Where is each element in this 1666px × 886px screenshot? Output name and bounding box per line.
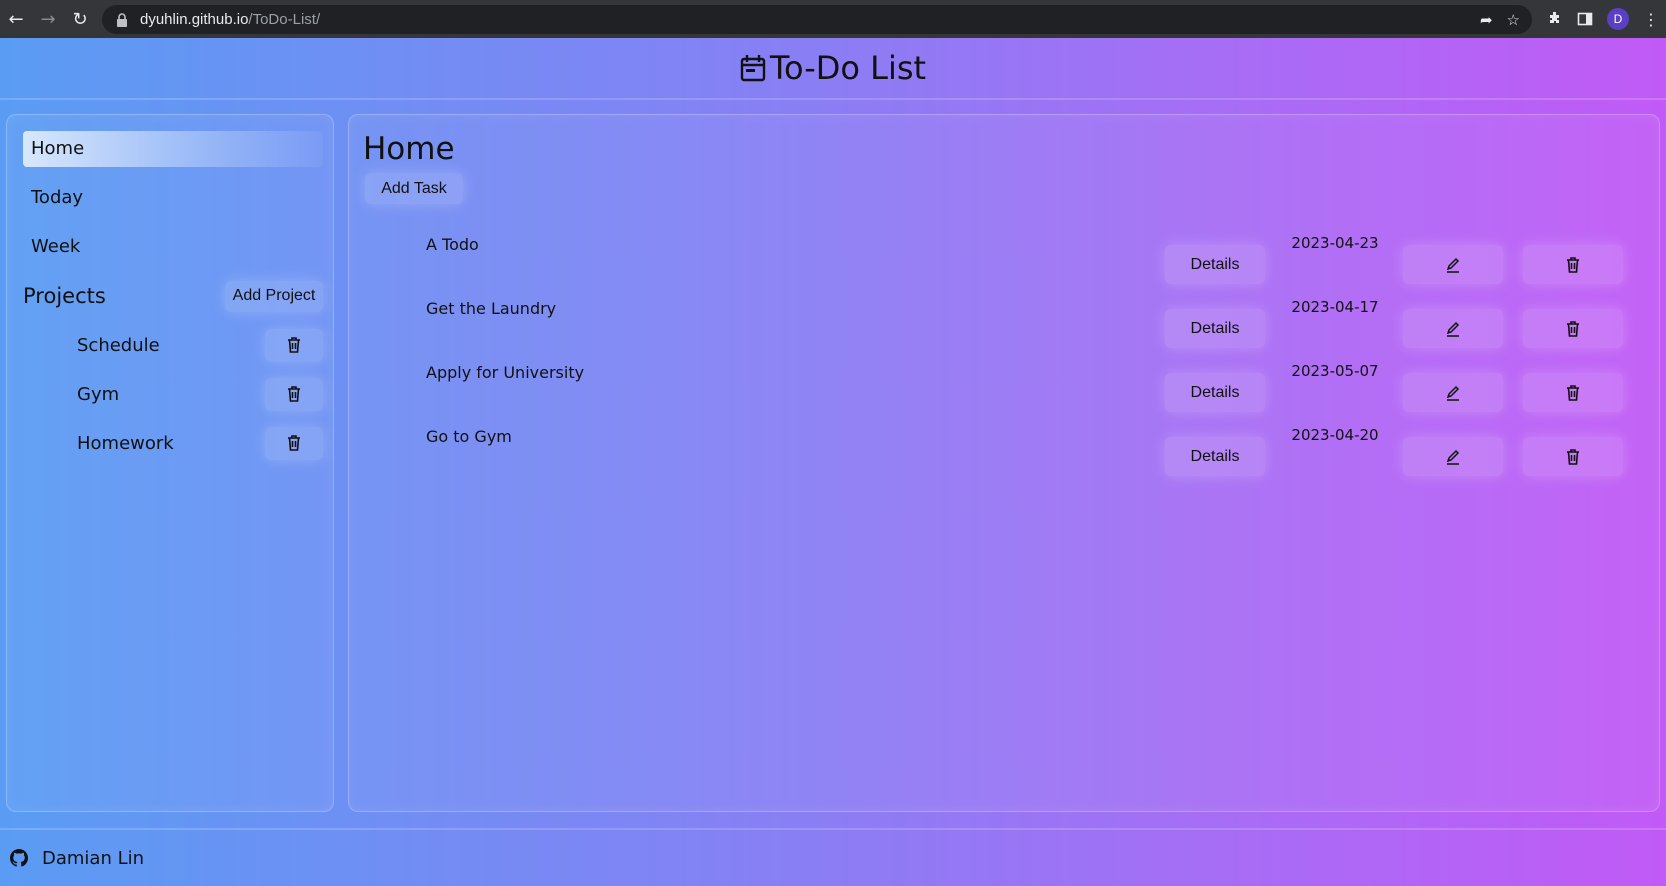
delete-task-button[interactable] bbox=[1523, 245, 1623, 284]
pencil-icon bbox=[1446, 449, 1460, 465]
project-name[interactable]: Gym bbox=[23, 384, 119, 405]
project-name[interactable]: Schedule bbox=[23, 335, 160, 356]
add-task-button[interactable]: Add Task bbox=[365, 173, 463, 204]
task-details-button[interactable]: Details bbox=[1165, 373, 1265, 412]
back-icon[interactable]: ← bbox=[0, 3, 32, 35]
project-item-schedule[interactable]: Schedule bbox=[23, 327, 323, 363]
url-path: /ToDo-List/ bbox=[248, 11, 321, 28]
add-project-button[interactable]: Add Project bbox=[225, 280, 323, 312]
calendar-icon bbox=[740, 55, 766, 82]
project-item-gym[interactable]: Gym bbox=[23, 376, 323, 412]
main-content: Home Add Task A Todo Details 2023-04-23 … bbox=[348, 114, 1660, 812]
task-details-button[interactable]: Details bbox=[1165, 245, 1265, 284]
bookmark-star-icon[interactable]: ☆ bbox=[1507, 11, 1520, 29]
task-due-date: 2023-04-20 bbox=[1291, 426, 1379, 444]
sidebar-nav: Home Today Week bbox=[23, 131, 323, 278]
lock-icon bbox=[117, 12, 127, 27]
trash-icon bbox=[1567, 448, 1579, 465]
trash-icon bbox=[1567, 320, 1579, 337]
sidebar: Home Today Week Projects Add Project Sch… bbox=[6, 114, 334, 812]
edit-task-button[interactable] bbox=[1403, 373, 1503, 412]
task-title: Apply for University bbox=[426, 363, 585, 382]
sidebar-item-week[interactable]: Week bbox=[23, 229, 323, 265]
page-title: Home bbox=[363, 131, 455, 167]
task-details-button[interactable]: Details bbox=[1165, 309, 1265, 348]
sidebar-item-today[interactable]: Today bbox=[23, 180, 323, 216]
trash-icon bbox=[1567, 256, 1579, 273]
task-row: Go to Gym Details 2023-04-20 bbox=[349, 423, 1661, 487]
edit-task-button[interactable] bbox=[1403, 245, 1503, 284]
trash-icon bbox=[288, 337, 300, 353]
task-due-date: 2023-04-23 bbox=[1291, 234, 1379, 252]
task-row: Apply for University Details 2023-05-07 bbox=[349, 359, 1661, 423]
pencil-icon bbox=[1446, 257, 1460, 273]
delete-project-button[interactable] bbox=[265, 328, 323, 362]
share-icon[interactable]: ➦ bbox=[1480, 11, 1493, 29]
extensions-icon[interactable] bbox=[1547, 11, 1563, 27]
task-title: A Todo bbox=[426, 235, 479, 254]
projects-title: Projects bbox=[23, 284, 106, 308]
delete-task-button[interactable] bbox=[1523, 437, 1623, 476]
app-title: To-Do List bbox=[740, 49, 926, 87]
author-link[interactable]: Damian Lin bbox=[42, 848, 144, 869]
projects-header: Projects Add Project bbox=[23, 280, 323, 312]
footer: Damian Lin bbox=[0, 828, 1666, 886]
task-row: A Todo Details 2023-04-23 bbox=[349, 231, 1661, 295]
sidebar-item-home[interactable]: Home bbox=[23, 131, 323, 167]
delete-project-button[interactable] bbox=[265, 426, 323, 460]
task-title: Go to Gym bbox=[426, 427, 512, 446]
pencil-icon bbox=[1446, 321, 1460, 337]
task-details-button[interactable]: Details bbox=[1165, 437, 1265, 476]
delete-task-button[interactable] bbox=[1523, 309, 1623, 348]
browser-toolbar: ← → ↻ dyuhlin.github.io/ToDo-List/ ➦ ☆ D… bbox=[0, 0, 1666, 38]
project-item-homework[interactable]: Homework bbox=[23, 425, 323, 461]
task-row: Get the Laundry Details 2023-04-17 bbox=[349, 295, 1661, 359]
url-host: dyuhlin.github.io bbox=[140, 11, 249, 28]
project-list: Schedule Gym Homework bbox=[23, 327, 323, 474]
edit-task-button[interactable] bbox=[1403, 437, 1503, 476]
reload-icon[interactable]: ↻ bbox=[64, 3, 96, 35]
pencil-icon bbox=[1446, 385, 1460, 401]
address-bar[interactable]: dyuhlin.github.io/ToDo-List/ ➦ ☆ bbox=[102, 5, 1532, 34]
forward-icon[interactable]: → bbox=[32, 3, 64, 35]
trash-icon bbox=[288, 386, 300, 402]
github-icon[interactable] bbox=[10, 849, 28, 867]
profile-avatar[interactable]: D bbox=[1607, 8, 1629, 30]
menu-kebab-icon[interactable]: ⋮ bbox=[1643, 10, 1659, 29]
trash-icon bbox=[1567, 384, 1579, 401]
task-due-date: 2023-05-07 bbox=[1291, 362, 1379, 380]
task-due-date: 2023-04-17 bbox=[1291, 298, 1379, 316]
task-title: Get the Laundry bbox=[426, 299, 557, 318]
app-title-text: To-Do List bbox=[769, 49, 927, 87]
trash-icon bbox=[288, 435, 300, 451]
app-header: To-Do List bbox=[0, 38, 1666, 100]
delete-project-button[interactable] bbox=[265, 377, 323, 411]
project-name[interactable]: Homework bbox=[23, 433, 174, 454]
app-root: To-Do List Home Today Week Projects Add … bbox=[0, 38, 1666, 886]
side-panel-icon[interactable] bbox=[1577, 11, 1593, 27]
delete-task-button[interactable] bbox=[1523, 373, 1623, 412]
task-list: A Todo Details 2023-04-23 Get the Laundr… bbox=[349, 231, 1661, 487]
edit-task-button[interactable] bbox=[1403, 309, 1503, 348]
